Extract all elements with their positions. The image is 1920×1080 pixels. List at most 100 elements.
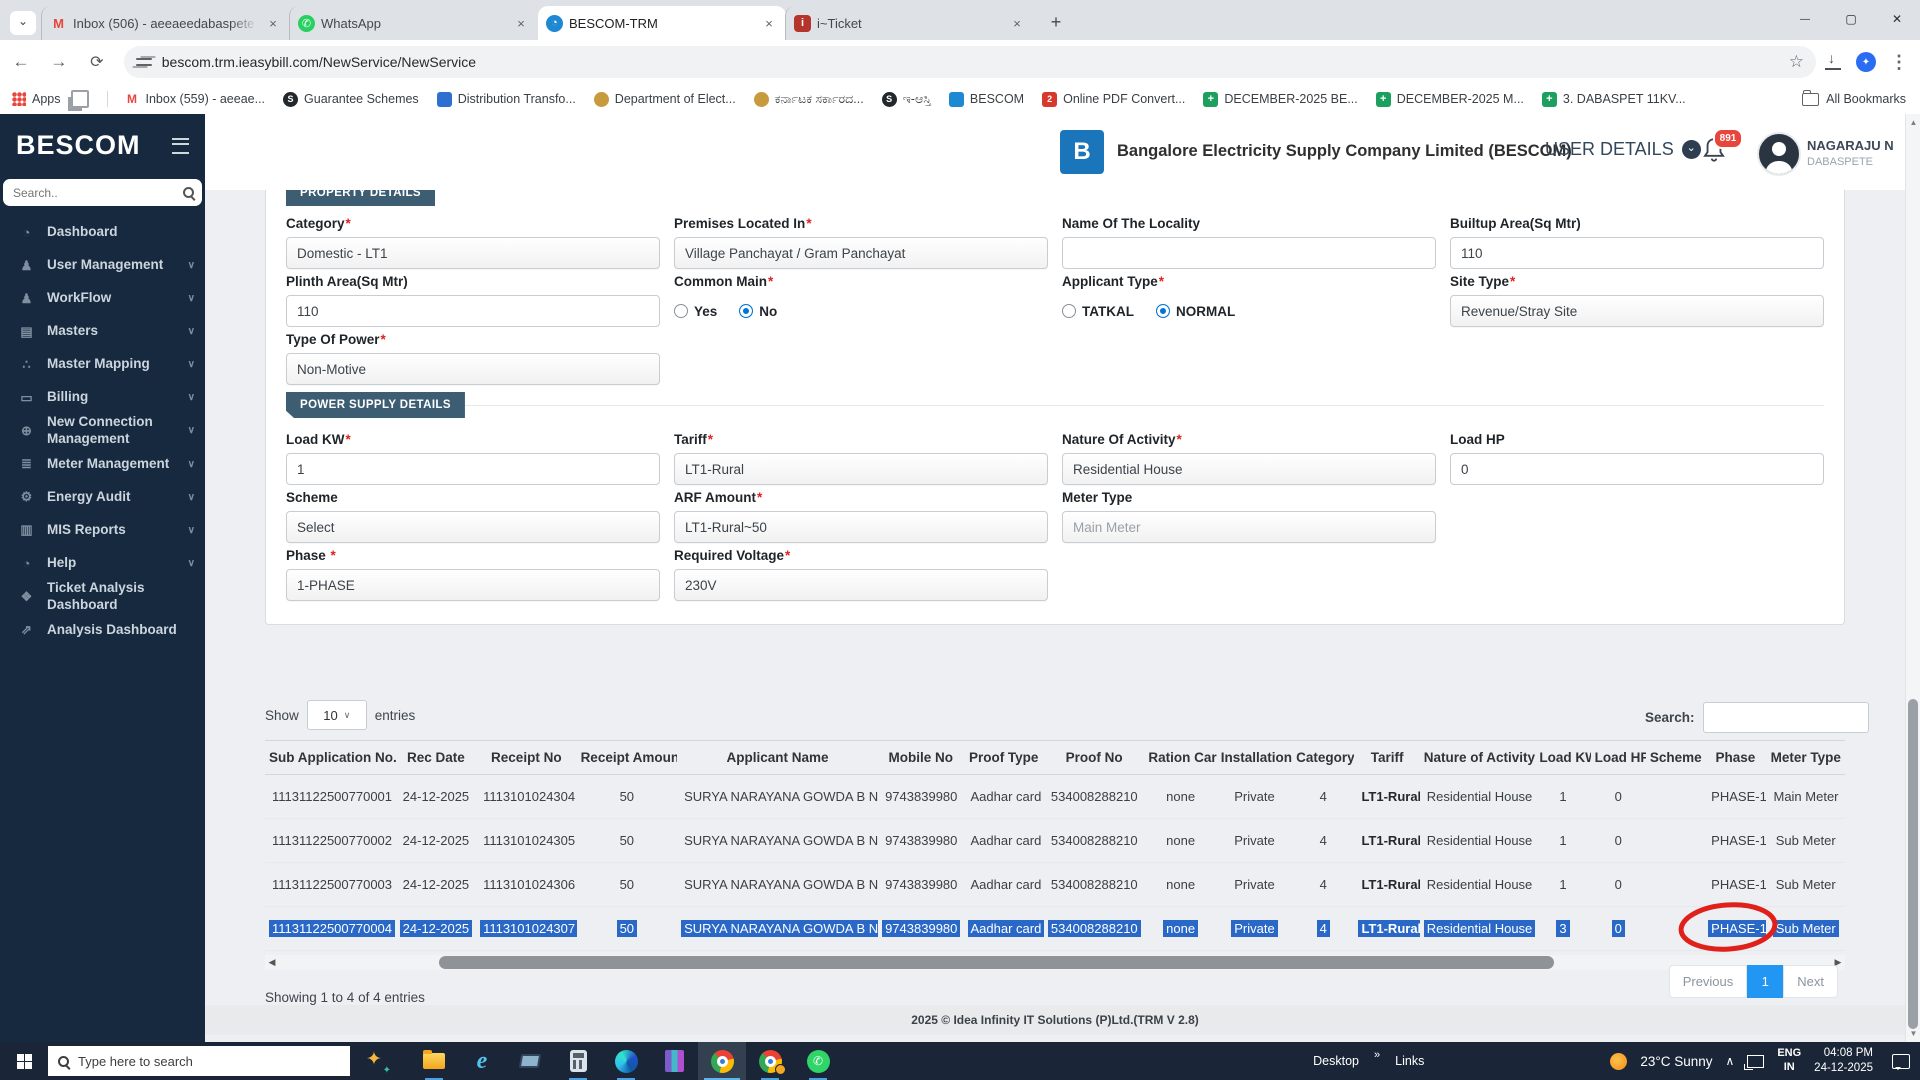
previous-page-button[interactable]: Previous: [1668, 965, 1748, 998]
sidebar-search-input[interactable]: [11, 184, 183, 201]
maximize-icon[interactable]: [1828, 0, 1874, 38]
nature-of-activity-select[interactable]: Residential House: [1062, 453, 1436, 485]
network-icon[interactable]: [1744, 1054, 1765, 1070]
sidebar-item-ticket-analysis-dashboard[interactable]: ❖ Ticket Analysis Dashboard: [0, 580, 205, 614]
weather-sun-icon[interactable]: [1610, 1052, 1628, 1070]
new-tab-button[interactable]: [1042, 8, 1070, 36]
calculator-taskbar-icon[interactable]: [554, 1042, 602, 1080]
whatsapp-taskbar-icon[interactable]: [794, 1042, 842, 1080]
tab-close-icon[interactable]: [512, 14, 530, 32]
links-toolbar[interactable]: Links: [1395, 1054, 1424, 1068]
column-header[interactable]: Proof Type: [963, 740, 1044, 775]
radio-normal[interactable]: NORMAL: [1155, 304, 1235, 319]
bookmark-item[interactable]: 3. DABASPET 11KV...: [1541, 91, 1686, 107]
action-center-icon[interactable]: [1892, 1053, 1910, 1070]
minimize-icon[interactable]: [1782, 0, 1828, 38]
radio-yes[interactable]: Yes: [674, 304, 717, 319]
bookmark-item[interactable]: ಇ-ಆಸ್ತಿ: [881, 91, 931, 107]
menu-kebab-icon[interactable]: [1890, 52, 1908, 73]
locality-input[interactable]: [1062, 237, 1436, 269]
column-header[interactable]: Nature of Activity: [1419, 740, 1536, 775]
url-text[interactable]: bescom.trm.ieasybill.com/NewService/NewS…: [162, 54, 1789, 70]
column-header[interactable]: Load HP: [1590, 740, 1646, 775]
chrome2-taskbar-icon[interactable]: [746, 1042, 794, 1080]
desktop-toolbar[interactable]: Desktop: [1313, 1054, 1359, 1068]
scroll-left-icon[interactable]: [265, 957, 279, 968]
user-details-menu[interactable]: USER DETAILS: [1545, 139, 1701, 160]
chrome-taskbar-icon[interactable]: [698, 1042, 746, 1080]
all-bookmarks[interactable]: All Bookmarks: [1802, 89, 1920, 106]
load-hp-input[interactable]: 0: [1450, 453, 1824, 485]
scroll-down-icon[interactable]: [1906, 1029, 1920, 1038]
sidebar-item-meter-management[interactable]: ≣ Meter Management: [0, 448, 205, 481]
table-search-input[interactable]: [1702, 702, 1869, 733]
reload-icon[interactable]: [80, 45, 114, 79]
radio-tatkal[interactable]: TATKAL: [1062, 304, 1134, 319]
ie-taskbar-icon[interactable]: e: [458, 1042, 506, 1080]
sidebar-item-masters[interactable]: ▤ Masters: [0, 315, 205, 348]
vertical-scrollbar[interactable]: [1905, 114, 1920, 1042]
browser-tab[interactable]: Inbox (506) - aeeaeedabaspete: [41, 6, 290, 40]
table-row[interactable]: 11131122500770003 24-12-2025 1113101024306…: [265, 862, 1845, 907]
sidebar-item-help[interactable]: ◔ Help: [0, 547, 205, 580]
column-header[interactable]: Scheme: [1645, 740, 1705, 775]
downloads-icon[interactable]: [1824, 50, 1842, 71]
sidebar-search[interactable]: [3, 179, 202, 206]
column-header[interactable]: Applicant Name: [677, 740, 879, 775]
column-header[interactable]: Meter Type: [1766, 740, 1845, 775]
table-row[interactable]: 11131122500770001 24-12-2025 1113101024304…: [265, 774, 1845, 819]
tab-groups-icon[interactable]: [70, 90, 89, 108]
table-row[interactable]: 11131122500770002 24-12-2025 1113101024305…: [265, 818, 1845, 863]
apps-label[interactable]: Apps: [32, 92, 61, 106]
tray-expand-icon[interactable]: [1726, 1054, 1735, 1068]
extension-icon[interactable]: [1856, 52, 1876, 72]
scheme-select[interactable]: Select: [286, 511, 660, 543]
clock[interactable]: 04:08 PM 24-12-2025: [1814, 1046, 1873, 1076]
bookmark-item[interactable]: Guarantee Schemes: [283, 91, 419, 107]
edge-taskbar-icon[interactable]: [602, 1042, 650, 1080]
table-row[interactable]: 11131122500770004 24-12-2025 1113101024307…: [265, 906, 1845, 951]
column-header[interactable]: Mobile No: [878, 740, 964, 775]
bookmark-item[interactable]: DECEMBER-2025 BE...: [1203, 91, 1358, 107]
copilot-icon[interactable]: [366, 1048, 391, 1076]
sidebar-item-user-management[interactable]: ♟ User Management: [0, 249, 205, 282]
language-indicator[interactable]: ENG IN: [1777, 1047, 1801, 1075]
column-header[interactable]: Category: [1292, 740, 1355, 775]
tab-close-icon[interactable]: [1008, 14, 1026, 32]
sidebar-item-dashboard[interactable]: ◔ Dashboard: [0, 216, 205, 249]
column-header[interactable]: Installation: [1216, 740, 1293, 775]
sidebar-item-master-mapping[interactable]: ∴ Master Mapping: [0, 348, 205, 381]
column-header[interactable]: Rec Date: [395, 740, 477, 775]
site-type-select[interactable]: Revenue/Stray Site: [1450, 295, 1824, 327]
explorer-taskbar-icon[interactable]: [410, 1042, 458, 1080]
bookmark-item[interactable]: Inbox (559) - aeeae...: [125, 92, 266, 107]
close-icon[interactable]: [1874, 0, 1920, 38]
bookmark-item[interactable]: Distribution Transfo...: [436, 91, 576, 107]
next-page-button[interactable]: Next: [1783, 965, 1838, 998]
column-header[interactable]: Tariff: [1354, 740, 1420, 775]
type-of-power-select[interactable]: Non-Motive: [286, 353, 660, 385]
premises-select[interactable]: Village Panchayat / Gram Panchayat: [674, 237, 1048, 269]
radio-no[interactable]: No: [739, 304, 777, 319]
hamburger-icon[interactable]: [172, 137, 189, 154]
page-size-select[interactable]: 10: [306, 700, 367, 730]
horizontal-scrollbar[interactable]: [265, 955, 1845, 970]
pc-taskbar-icon[interactable]: [506, 1042, 554, 1080]
required-voltage-select[interactable]: 230V: [674, 569, 1048, 601]
sidebar-item-billing[interactable]: ▭ Billing: [0, 381, 205, 414]
sidebar-item-analysis-dashboard[interactable]: ⇗ Analysis Dashboard: [0, 614, 205, 647]
avatar[interactable]: [1757, 132, 1801, 176]
notifications-bell[interactable]: 891: [1701, 128, 1743, 170]
sidebar-item-workflow[interactable]: ♟ WorkFlow: [0, 282, 205, 315]
load-kw-input[interactable]: 1: [286, 453, 660, 485]
arf-amount-select[interactable]: LT1-Rural~50: [674, 511, 1048, 543]
plinth-input[interactable]: 110: [286, 295, 660, 327]
category-select[interactable]: Domestic - LT1: [286, 237, 660, 269]
taskbar-search[interactable]: Type here to search: [48, 1046, 350, 1076]
sidebar-item-energy-audit[interactable]: ⚙ Energy Audit: [0, 481, 205, 514]
builtup-input[interactable]: 110: [1450, 237, 1824, 269]
bookmark-item[interactable]: DECEMBER-2025 M...: [1375, 91, 1524, 107]
tab-search-chevron-icon[interactable]: [10, 11, 36, 35]
bookmark-item[interactable]: Online PDF Convert...: [1042, 91, 1185, 107]
column-header[interactable]: Phase: [1704, 740, 1767, 775]
